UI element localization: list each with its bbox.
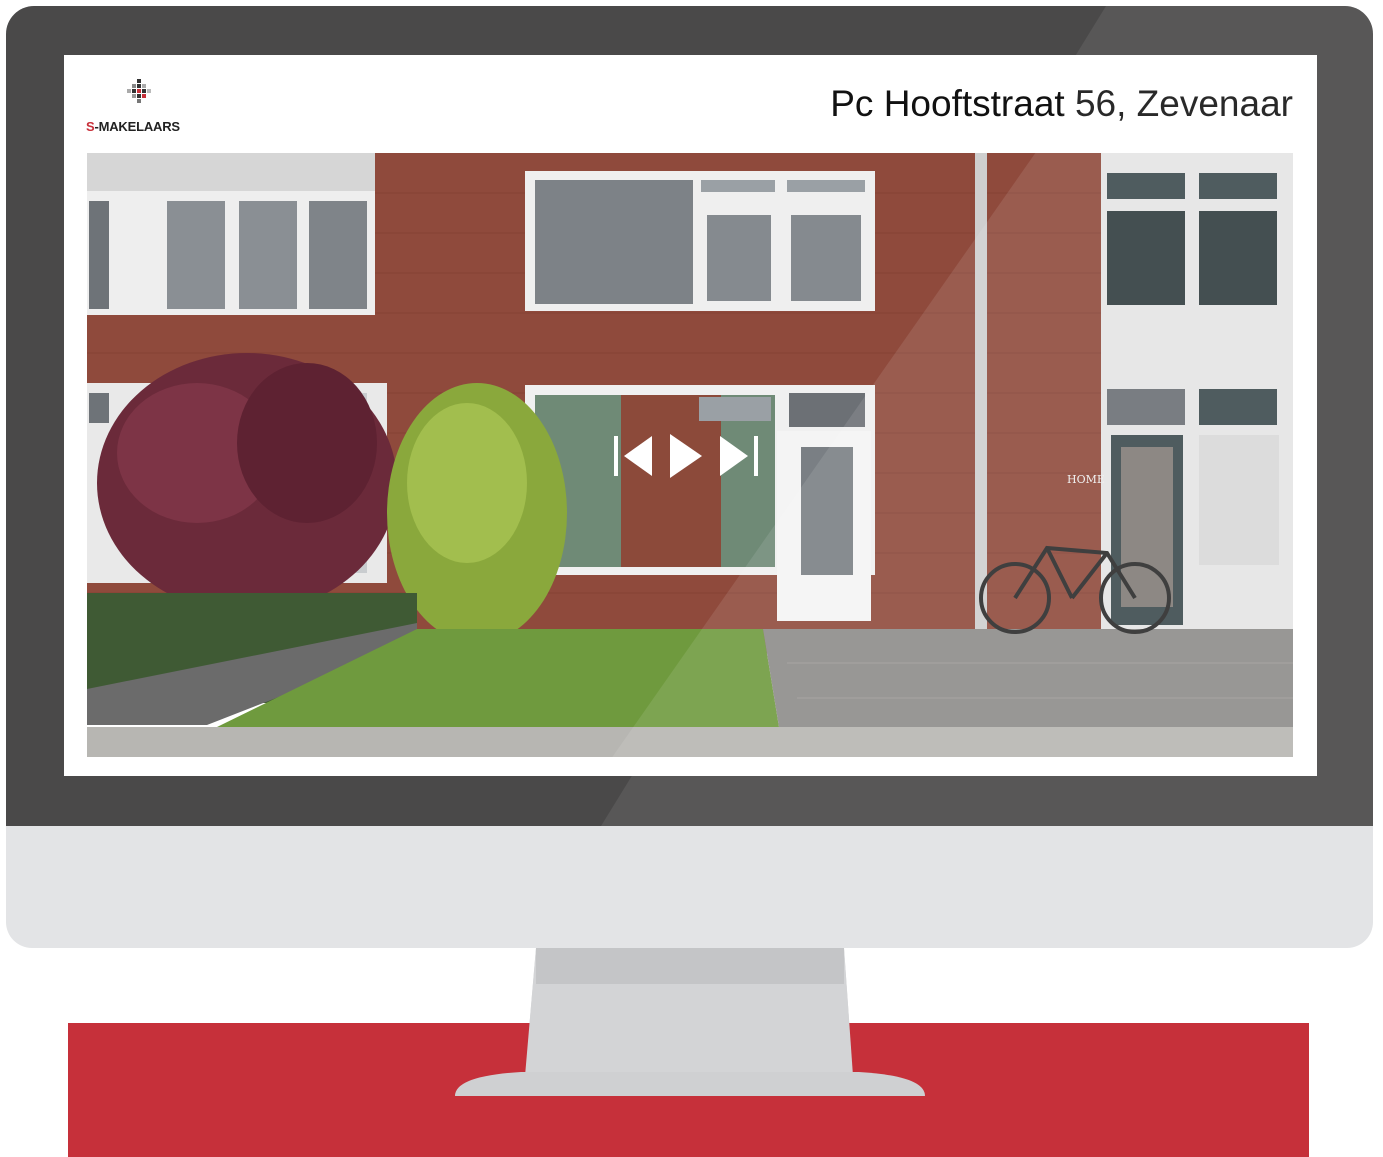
monitor-stand-front <box>455 948 925 1096</box>
next-icon[interactable] <box>716 432 758 480</box>
screen: S-MAKELAARS Pc Hooftstraat 56, Zevenaar <box>64 55 1317 776</box>
listing-photo[interactable]: HOME <box>87 153 1293 757</box>
play-icon[interactable] <box>666 432 706 480</box>
house-sign-text: HOME <box>1067 473 1105 486</box>
monitor-chin <box>6 826 1373 948</box>
brand-logo[interactable]: S-MAKELAARS <box>86 77 196 137</box>
previous-icon[interactable] <box>614 432 656 480</box>
logo-wordmark: S-MAKELAARS <box>86 119 180 134</box>
page-title: Pc Hooftstraat 56, Zevenaar <box>830 83 1293 124</box>
logo-mark-icon <box>127 79 151 103</box>
slideshow-controls <box>614 432 784 480</box>
